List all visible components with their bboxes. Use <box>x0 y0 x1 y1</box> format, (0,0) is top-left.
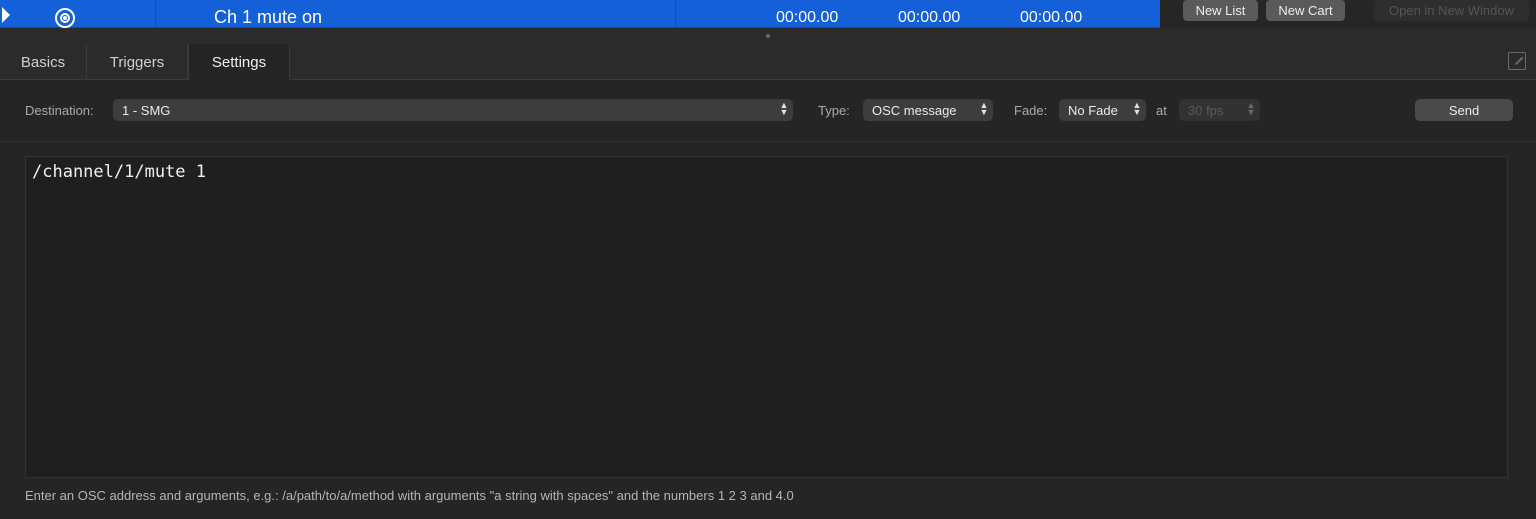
tab-basics[interactable]: Basics <box>0 44 87 80</box>
osc-message-editor[interactable]: /channel/1/mute 1 <box>25 156 1508 478</box>
new-list-button[interactable]: New List <box>1183 0 1258 21</box>
fade-label: Fade: <box>1014 103 1048 118</box>
fade-value: No Fade <box>1068 102 1118 118</box>
destination-label: Destination: <box>25 103 94 118</box>
send-button[interactable]: Send <box>1415 99 1513 121</box>
type-select[interactable]: OSC message ▲ ▼ <box>863 99 993 121</box>
divider-grip-icon <box>766 34 770 38</box>
select-arrows-icon: ▲ ▼ <box>1246 100 1256 117</box>
column-divider <box>675 0 676 28</box>
select-arrows-icon: ▲ ▼ <box>979 100 989 117</box>
cue-name: Ch 1 mute on <box>214 7 323 27</box>
cue-action-time: 00:00.00 <box>898 9 961 26</box>
cue-pre-wait: 00:00.00 <box>776 9 839 26</box>
tab-triggers[interactable]: Triggers <box>87 44 188 80</box>
destination-select[interactable]: 1 - SMG ▲ ▼ <box>113 99 793 121</box>
fps-value: 30 fps <box>1188 102 1224 118</box>
cue-row[interactable]: Ch 1 mute on 00:00.00 00:00.00 00:00.00 <box>0 0 1160 28</box>
open-in-new-window-button[interactable]: Open in New Window <box>1374 0 1529 21</box>
network-cue-icon <box>55 8 75 28</box>
fade-select[interactable]: No Fade ▲ ▼ <box>1059 99 1146 121</box>
split-view-divider[interactable] <box>0 28 1536 44</box>
cue-post-wait: 00:00.00 <box>1020 9 1083 26</box>
at-label: at <box>1156 103 1167 118</box>
list-toolbar: New List New Cart Open in New Window <box>1160 0 1536 28</box>
type-label: Type: <box>818 103 850 118</box>
osc-help-text: Enter an OSC address and arguments, e.g.… <box>25 488 794 503</box>
new-cart-button[interactable]: New Cart <box>1266 0 1345 21</box>
inspector-tab-bar: Basics Triggers Settings <box>0 44 1536 81</box>
select-arrows-icon: ▲ ▼ <box>1132 100 1142 117</box>
fps-select[interactable]: 30 fps ▲ ▼ <box>1179 99 1260 121</box>
playhead-arrow-icon <box>2 7 10 23</box>
type-value: OSC message <box>872 102 957 118</box>
column-divider <box>155 0 156 28</box>
destination-value: 1 - SMG <box>122 102 171 118</box>
tab-settings[interactable]: Settings <box>188 44 290 81</box>
select-arrows-icon: ▲ ▼ <box>779 100 789 117</box>
popout-icon[interactable] <box>1508 52 1526 70</box>
